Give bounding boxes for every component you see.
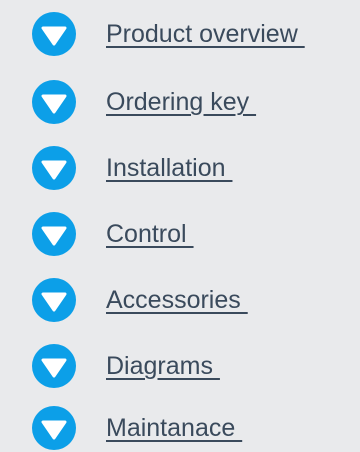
chevron-down-circle-icon: [32, 80, 76, 124]
nav-link-maintanace[interactable]: Maintanace: [106, 413, 242, 443]
nav-item-ordering-key[interactable]: Ordering key: [32, 80, 256, 124]
chevron-down-circle-icon: [32, 344, 76, 388]
nav-link-installation[interactable]: Installation: [106, 153, 232, 183]
chevron-down-circle-icon: [32, 146, 76, 190]
chevron-down-circle-icon: [32, 212, 76, 256]
chevron-down-circle-icon: [32, 278, 76, 322]
nav-item-product-overview[interactable]: Product overview: [32, 12, 305, 56]
section-nav: Product overview Ordering key Installati…: [0, 0, 360, 452]
nav-item-diagrams[interactable]: Diagrams: [32, 344, 220, 388]
nav-item-accessories[interactable]: Accessories: [32, 278, 248, 322]
nav-link-control[interactable]: Control: [106, 219, 194, 249]
nav-item-maintanace[interactable]: Maintanace: [32, 406, 242, 450]
chevron-down-circle-icon: [32, 406, 76, 450]
nav-item-installation[interactable]: Installation: [32, 146, 232, 190]
chevron-down-circle-icon: [32, 12, 76, 56]
nav-link-ordering-key[interactable]: Ordering key: [106, 87, 256, 117]
nav-link-product-overview[interactable]: Product overview: [106, 19, 305, 49]
nav-item-control[interactable]: Control: [32, 212, 194, 256]
nav-link-accessories[interactable]: Accessories: [106, 285, 248, 315]
nav-link-diagrams[interactable]: Diagrams: [106, 351, 220, 381]
